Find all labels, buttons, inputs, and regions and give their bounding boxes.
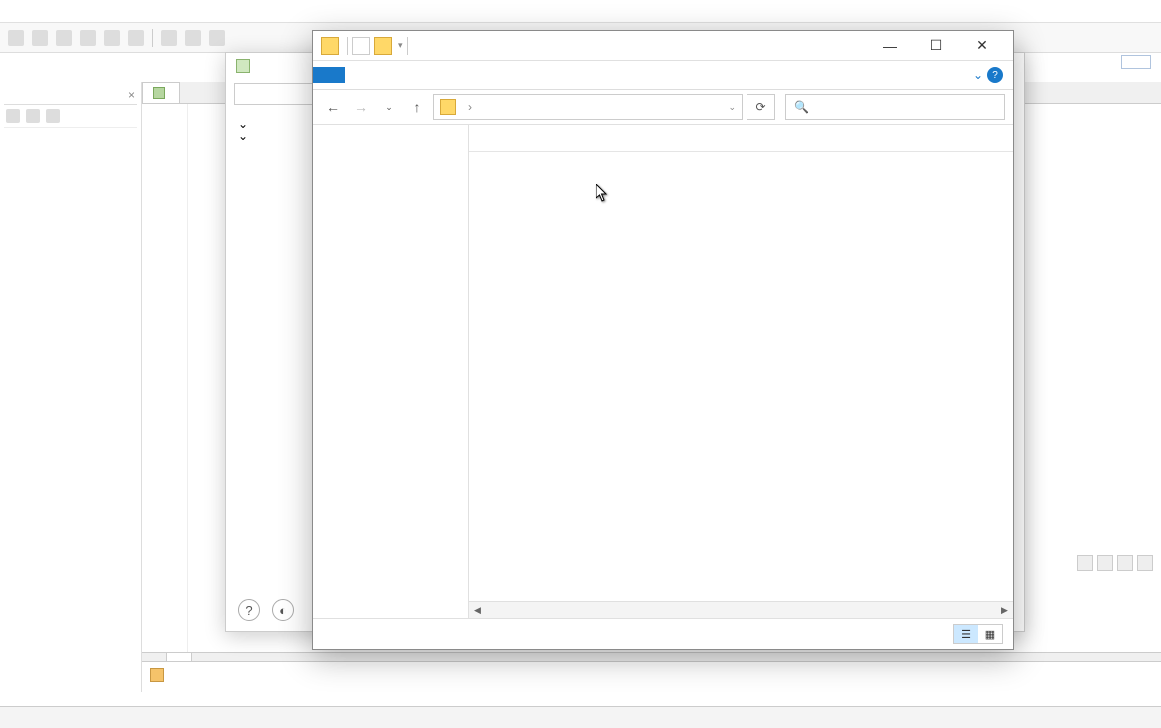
toolbar-icon[interactable] — [104, 30, 120, 46]
ribbon-tab-share[interactable] — [377, 67, 409, 83]
menu-help[interactable] — [144, 12, 164, 18]
list-body[interactable] — [469, 152, 1013, 601]
ribbon-help[interactable]: ⌄? — [963, 61, 1013, 89]
col-type[interactable] — [863, 131, 953, 145]
console-icon[interactable] — [1117, 555, 1133, 571]
toolbar-icon[interactable] — [8, 30, 24, 46]
properties-icon[interactable] — [352, 37, 370, 55]
nav-back-button[interactable]: ← — [321, 95, 345, 119]
toolbar-icon[interactable] — [128, 30, 144, 46]
eclipse-status-bar — [0, 706, 1161, 728]
chevron-right-icon: › — [468, 100, 472, 114]
import-export-icon[interactable]: ◐ — [272, 599, 294, 621]
toolbar-icon[interactable] — [185, 30, 201, 46]
ribbon-tabs: ⌄? — [313, 61, 1013, 90]
folder-icon — [440, 99, 456, 115]
ribbon-tab-home[interactable] — [345, 67, 377, 83]
prefs-search-input[interactable] — [234, 83, 314, 105]
ribbon-tab-view[interactable] — [409, 67, 441, 83]
scroll-left-button[interactable]: ◀ — [469, 602, 486, 619]
chevron-down-icon[interactable]: ⌄ — [728, 102, 736, 113]
menu-search[interactable] — [48, 12, 68, 18]
breadcrumb[interactable]: › ⌄ — [433, 94, 743, 120]
col-date[interactable] — [725, 131, 863, 145]
console-toolbar — [1077, 555, 1153, 571]
maximize-button[interactable]: ☐ — [913, 31, 959, 61]
help-icon[interactable]: ? — [238, 599, 260, 621]
nav-tree[interactable] — [313, 125, 469, 618]
toolbar-icon[interactable] — [32, 30, 48, 46]
explorer-status-bar: ☰ ▦ — [313, 618, 1013, 649]
close-button[interactable]: ✕ — [959, 31, 1005, 61]
nav-forward-button: → — [349, 95, 373, 119]
menu-navigate[interactable] — [24, 12, 44, 18]
status-selected — [339, 627, 346, 641]
toolbar-icon[interactable] — [209, 30, 225, 46]
col-name[interactable] — [469, 131, 725, 145]
explorer-toolbar — [4, 105, 137, 128]
folder-icon[interactable] — [374, 37, 392, 55]
nav-row: ← → ⌄ ↑ › ⌄ ⟳ 🔍 — [313, 90, 1013, 125]
file-explorer-window: ▾ — ☐ ✕ ⌄? ← → ⌄ ↑ › ⌄ ⟳ 🔍 — [312, 30, 1014, 650]
markers-panel — [142, 661, 1161, 692]
design-source-tabs — [142, 652, 1161, 661]
link-icon[interactable] — [26, 109, 40, 123]
markers-icon — [150, 668, 164, 682]
divider — [407, 37, 408, 55]
source-tab[interactable] — [167, 653, 192, 661]
toolbar-separator — [152, 29, 153, 47]
ribbon-tab-file[interactable] — [313, 67, 345, 83]
explorer-body: ◀ ▶ — [313, 125, 1013, 618]
menu-run[interactable] — [96, 12, 116, 18]
search-icon: 🔍 — [794, 100, 809, 114]
editor-tab[interactable] — [142, 82, 180, 103]
menu-source[interactable] — [0, 12, 20, 18]
console-icon[interactable] — [1097, 555, 1113, 571]
eclipse-menu — [0, 8, 1161, 23]
window-controls: — ☐ ✕ — [867, 31, 1005, 61]
toolbar-icon[interactable] — [161, 30, 177, 46]
prefs-footer: ? ◐ — [238, 599, 294, 621]
close-icon[interactable]: × — [128, 88, 135, 102]
horizontal-scrollbar[interactable]: ◀ ▶ — [469, 601, 1013, 618]
explorer-tree — [4, 128, 137, 164]
quick-access[interactable] — [1121, 55, 1151, 69]
minimize-button[interactable]: — — [867, 31, 913, 61]
prefs-icon — [236, 59, 250, 73]
scroll-right-button[interactable]: ▶ — [996, 602, 1013, 619]
file-list: ◀ ▶ — [469, 125, 1013, 618]
help-icon[interactable]: ? — [987, 67, 1003, 83]
markers-header — [150, 668, 1153, 686]
dropdown-icon[interactable]: ▾ — [398, 40, 403, 51]
chevron-down-icon: ⌄ — [973, 68, 983, 82]
menu-project[interactable] — [72, 12, 92, 18]
divider — [347, 37, 348, 55]
xml-icon — [153, 87, 165, 99]
list-header — [469, 125, 1013, 152]
view-details-button[interactable]: ☰ — [954, 625, 978, 643]
view-icons-button[interactable]: ▦ — [978, 625, 1002, 643]
explorer-titlebar: ▾ — ☐ ✕ — [313, 31, 1013, 61]
console-icon[interactable] — [1137, 555, 1153, 571]
toolbar-icon[interactable] — [80, 30, 96, 46]
toolbar-icon[interactable] — [56, 30, 72, 46]
explorer-tab-row: × — [4, 86, 137, 105]
menu-window[interactable] — [120, 12, 140, 18]
nav-history-button[interactable]: ⌄ — [377, 95, 401, 119]
folder-icon — [321, 37, 339, 55]
project-item[interactable] — [6, 154, 135, 158]
view-toggle: ☰ ▦ — [953, 624, 1003, 644]
collapse-icon[interactable] — [6, 109, 20, 123]
project-explorer: × — [0, 82, 142, 692]
line-numbers — [142, 104, 188, 652]
refresh-button[interactable]: ⟳ — [747, 94, 775, 120]
eclipse-title — [0, 0, 1161, 8]
focus-icon[interactable] — [46, 109, 60, 123]
design-tab[interactable] — [142, 653, 167, 661]
search-box[interactable]: 🔍 — [785, 94, 1005, 120]
console-icon[interactable] — [1077, 555, 1093, 571]
nav-up-button[interactable]: ↑ — [405, 95, 429, 119]
